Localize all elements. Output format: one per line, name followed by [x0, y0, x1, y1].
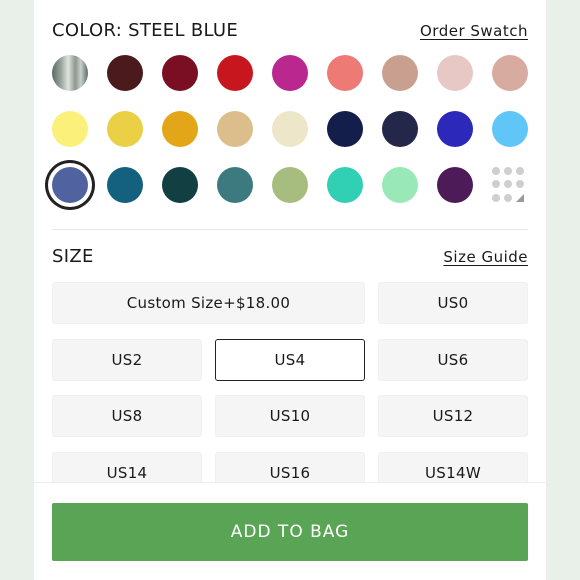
size-option-us4[interactable]: US4: [215, 338, 365, 381]
color-swatch[interactable]: [217, 167, 253, 203]
fabric-photo-icon[interactable]: [52, 55, 88, 91]
section-divider: [52, 229, 528, 230]
size-option-custom-size-18-00[interactable]: Custom Size+$18.00: [52, 282, 365, 324]
product-options-panel: COLOR: STEEL BLUE Order Swatch SIZE Size …: [34, 0, 546, 580]
color-label: COLOR:: [52, 20, 123, 41]
color-swatch[interactable]: [107, 55, 143, 91]
color-swatch[interactable]: [327, 167, 363, 203]
color-swatch[interactable]: [162, 167, 198, 203]
color-swatch[interactable]: [327, 55, 363, 91]
color-swatch[interactable]: [327, 111, 363, 147]
color-swatch[interactable]: [382, 55, 418, 91]
swatch-row: [52, 111, 528, 147]
color-swatch[interactable]: [217, 55, 253, 91]
color-swatch[interactable]: [272, 167, 308, 203]
order-swatch-link[interactable]: Order Swatch: [420, 22, 528, 40]
size-title: SIZE: [52, 246, 94, 267]
color-header: COLOR: STEEL BLUE Order Swatch: [52, 20, 528, 41]
color-swatch-grid: [52, 55, 532, 223]
color-swatch[interactable]: [52, 111, 88, 147]
size-option-us10[interactable]: US10: [215, 395, 365, 437]
color-swatch[interactable]: [162, 55, 198, 91]
size-header: SIZE Size Guide: [52, 246, 528, 267]
color-swatch[interactable]: [492, 55, 528, 91]
size-option-us6[interactable]: US6: [378, 338, 528, 381]
color-swatch[interactable]: [382, 167, 418, 203]
swatch-row: [52, 55, 528, 91]
color-swatch[interactable]: [52, 167, 88, 203]
size-option-us12[interactable]: US12: [378, 395, 528, 437]
color-title: COLOR: STEEL BLUE: [52, 20, 238, 41]
add-to-bag-button[interactable]: ADD TO BAG: [52, 503, 528, 561]
color-swatch[interactable]: [217, 111, 253, 147]
bag-footer: ADD TO BAG: [34, 482, 546, 580]
size-option-us2[interactable]: US2: [52, 338, 202, 381]
color-swatch[interactable]: [162, 111, 198, 147]
color-swatch[interactable]: [107, 111, 143, 147]
color-swatch[interactable]: [492, 111, 528, 147]
color-swatch[interactable]: [437, 167, 473, 203]
selected-color-name: STEEL BLUE: [128, 20, 239, 41]
color-swatch[interactable]: [272, 111, 308, 147]
swatch-row: [52, 167, 528, 203]
color-swatch[interactable]: [272, 55, 308, 91]
color-swatch[interactable]: [437, 55, 473, 91]
color-swatch[interactable]: [382, 111, 418, 147]
color-swatch[interactable]: [437, 111, 473, 147]
color-swatch[interactable]: [107, 167, 143, 203]
size-guide-link[interactable]: Size Guide: [443, 248, 528, 266]
size-option-us0[interactable]: US0: [378, 282, 528, 324]
more-colors-grid-icon[interactable]: [492, 167, 528, 203]
size-option-us8[interactable]: US8: [52, 395, 202, 437]
